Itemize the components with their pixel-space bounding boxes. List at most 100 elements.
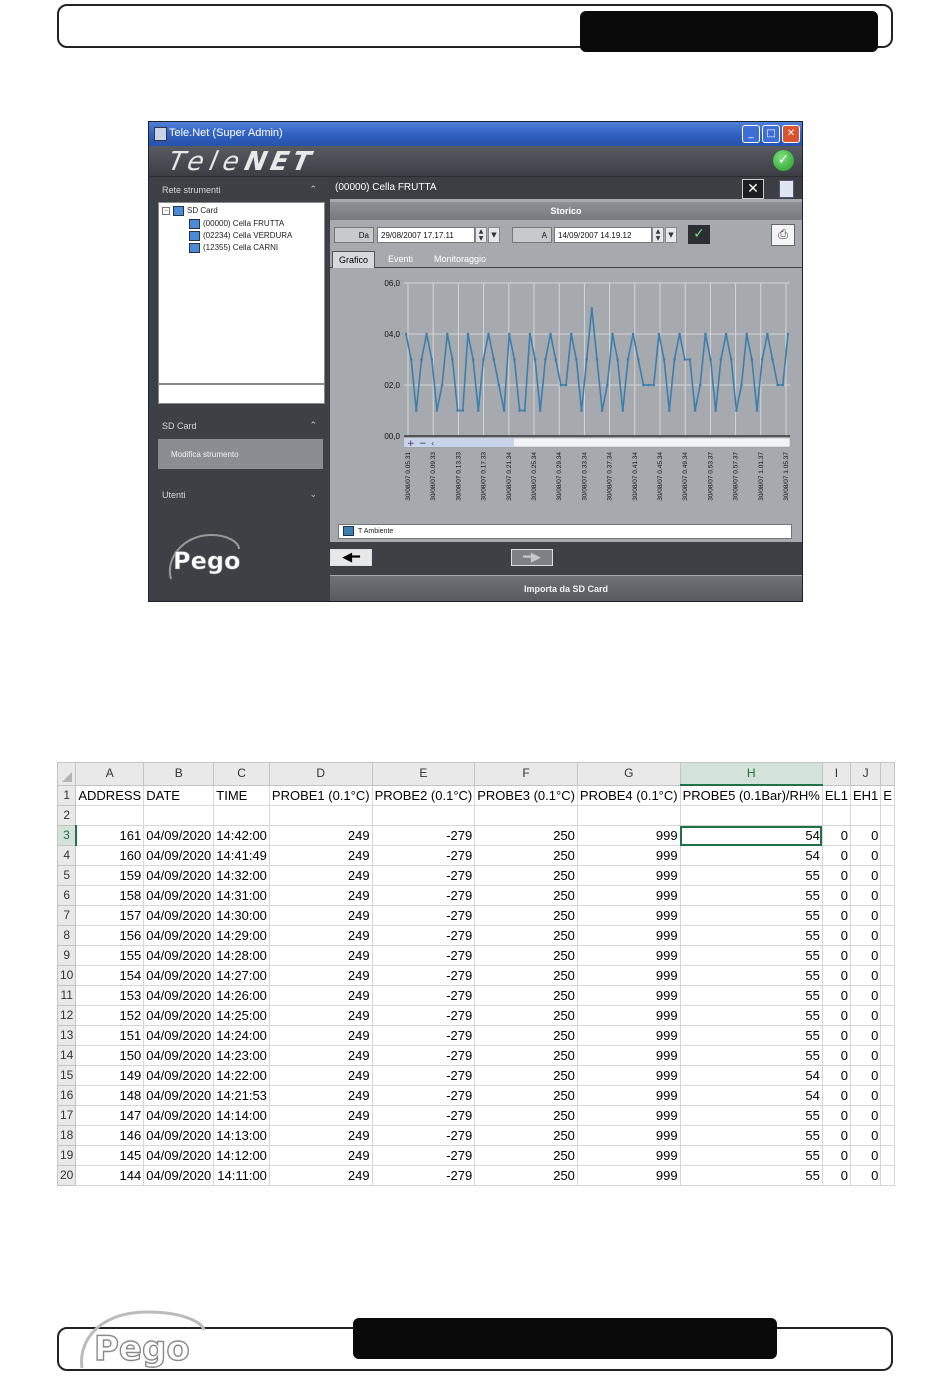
table-cell[interactable]: 04/09/2020 <box>143 1125 215 1146</box>
save-icon[interactable] <box>779 180 794 198</box>
column-header[interactable]: J <box>849 762 882 786</box>
table-cell[interactable]: 250 <box>474 1145 578 1166</box>
cell[interactable] <box>880 925 895 946</box>
table-cell[interactable]: 0 <box>821 1125 852 1146</box>
cell[interactable] <box>880 965 895 986</box>
table-cell[interactable]: 04/09/2020 <box>143 1105 215 1126</box>
table-cell[interactable]: 250 <box>474 945 578 966</box>
table-cell[interactable]: 14:13:00 <box>213 1125 270 1146</box>
table-cell[interactable]: 54 <box>679 1065 823 1086</box>
table-cell[interactable]: 249 <box>268 965 373 986</box>
table-cell[interactable]: 0 <box>849 1005 882 1026</box>
table-cell[interactable]: 14:22:00 <box>213 1065 270 1086</box>
table-cell[interactable]: -279 <box>371 1005 476 1026</box>
table-cell[interactable]: 249 <box>268 905 373 926</box>
table-cell[interactable]: 0 <box>821 1045 852 1066</box>
table-cell[interactable]: -279 <box>371 905 476 926</box>
table-cell[interactable]: 54 <box>679 825 823 846</box>
tree-node-instrument[interactable]: (02234) Cella VERDURA <box>189 231 292 241</box>
table-cell[interactable]: 14:14:00 <box>213 1105 270 1126</box>
row-number[interactable]: 5 <box>57 865 77 886</box>
column-header[interactable]: D <box>268 762 373 786</box>
table-cell[interactable]: 249 <box>268 1045 373 1066</box>
close-icon[interactable]: ✕ <box>782 125 800 143</box>
table-cell[interactable]: -279 <box>371 1105 476 1126</box>
cell[interactable] <box>880 885 895 906</box>
row-number[interactable]: 1 <box>57 784 77 806</box>
table-cell[interactable]: 151 <box>75 1025 145 1046</box>
cell[interactable] <box>880 1045 895 1066</box>
cell[interactable] <box>880 1065 895 1086</box>
table-cell[interactable]: 999 <box>576 845 681 866</box>
table-cell[interactable]: 04/09/2020 <box>143 985 215 1006</box>
table-cell[interactable]: -279 <box>371 845 476 866</box>
table-cell[interactable]: 999 <box>576 1165 681 1186</box>
from-date-input[interactable]: 29/08/2007 17.17.11 <box>377 227 475 243</box>
edit-instrument-button[interactable]: Modifica strumento <box>158 439 323 469</box>
cell[interactable] <box>880 905 895 926</box>
table-cell[interactable]: 0 <box>849 845 882 866</box>
table-cell[interactable]: 55 <box>679 1025 823 1046</box>
table-cell[interactable]: 0 <box>849 965 882 986</box>
row-number[interactable]: 11 <box>57 985 77 1006</box>
cell[interactable] <box>679 805 823 826</box>
table-cell[interactable]: 04/09/2020 <box>143 865 215 886</box>
cell[interactable] <box>880 945 895 966</box>
table-cell[interactable]: 55 <box>679 1105 823 1126</box>
cell[interactable] <box>143 805 215 826</box>
from-spinner[interactable]: ▲ ▼ <box>475 227 487 243</box>
table-cell[interactable]: 249 <box>268 1085 373 1106</box>
table-cell[interactable]: 157 <box>75 905 145 926</box>
table-cell[interactable]: 249 <box>268 1005 373 1026</box>
import-sdcard-button[interactable]: Importa da SD Card <box>330 576 802 601</box>
table-cell[interactable]: 0 <box>821 845 852 866</box>
table-cell[interactable]: 249 <box>268 1125 373 1146</box>
row-number[interactable]: 18 <box>57 1125 77 1146</box>
table-cell[interactable]: 155 <box>75 945 145 966</box>
table-cell[interactable]: 0 <box>849 1025 882 1046</box>
table-cell[interactable]: 54 <box>679 1085 823 1106</box>
print-icon[interactable]: ⎙ <box>771 224 795 246</box>
table-cell[interactable]: 0 <box>849 1045 882 1066</box>
table-cell[interactable]: 04/09/2020 <box>143 1145 215 1166</box>
column-header[interactable]: E <box>371 762 476 786</box>
cell[interactable] <box>880 1085 895 1106</box>
cell[interactable] <box>474 805 578 826</box>
tab-eventi[interactable]: Eventi <box>382 251 419 267</box>
table-cell[interactable]: 04/09/2020 <box>143 1025 215 1046</box>
chevron-down-icon[interactable]: ⌄ <box>309 490 317 500</box>
cell[interactable] <box>821 805 852 826</box>
table-cell[interactable]: 0 <box>821 905 852 926</box>
column-header[interactable]: I <box>821 762 852 786</box>
row-number[interactable]: 4 <box>57 845 77 866</box>
cell[interactable] <box>880 1005 895 1026</box>
table-cell[interactable]: 250 <box>474 825 578 846</box>
cell[interactable] <box>880 1125 895 1146</box>
table-cell[interactable]: 249 <box>268 825 373 846</box>
table-cell[interactable]: 14:32:00 <box>213 865 270 886</box>
table-cell[interactable]: -279 <box>371 1025 476 1046</box>
table-cell[interactable]: 0 <box>849 1065 882 1086</box>
to-spinner[interactable]: ▲ ▼ <box>652 227 664 243</box>
table-cell[interactable]: -279 <box>371 1045 476 1066</box>
table-cell[interactable]: 0 <box>821 885 852 906</box>
select-all-corner[interactable] <box>57 762 77 786</box>
cell[interactable] <box>880 805 895 826</box>
table-cell[interactable]: 14:23:00 <box>213 1045 270 1066</box>
row-number[interactable]: 3 <box>57 825 77 846</box>
row-number[interactable]: 8 <box>57 925 77 946</box>
table-cell[interactable]: 0 <box>849 925 882 946</box>
table-cell[interactable]: 149 <box>75 1065 145 1086</box>
header-cell[interactable]: PROBE3 (0.1°C) <box>474 784 578 806</box>
table-cell[interactable]: 153 <box>75 985 145 1006</box>
table-cell[interactable]: 250 <box>474 1005 578 1026</box>
row-number[interactable]: 15 <box>57 1065 77 1086</box>
table-cell[interactable]: 160 <box>75 845 145 866</box>
table-cell[interactable]: 0 <box>821 985 852 1006</box>
table-cell[interactable]: 0 <box>849 945 882 966</box>
table-cell[interactable]: 0 <box>849 885 882 906</box>
table-cell[interactable]: 0 <box>849 985 882 1006</box>
table-cell[interactable]: 0 <box>821 965 852 986</box>
column-header[interactable]: G <box>576 762 681 786</box>
table-cell[interactable]: 250 <box>474 925 578 946</box>
